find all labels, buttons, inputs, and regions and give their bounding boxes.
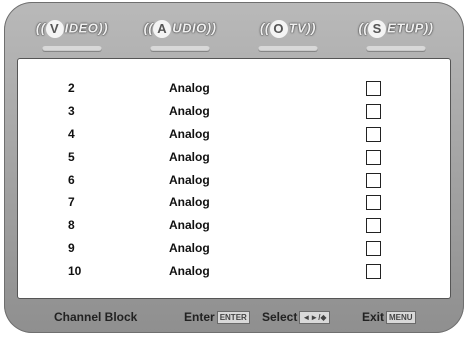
block-checkbox[interactable]: [366, 127, 381, 142]
enter-key-icon: ENTER: [216, 311, 250, 325]
channel-row[interactable]: 3 Analog: [18, 102, 450, 124]
tab-setup-underline: [366, 46, 426, 52]
menu-title: Channel Block: [54, 310, 138, 324]
tab-audio-underline: [150, 46, 210, 52]
tab-video-text: IDEO: [64, 20, 99, 36]
channel-row[interactable]: 5 Analog: [18, 148, 450, 170]
tab-setup-text: ETUP: [387, 20, 424, 36]
osd-menu-frame: ((V IDEO)) ((A UDIO)) ((O TV)) ((S ETUP)) 2 …: [4, 2, 464, 333]
enter-hint-label: Enter: [184, 310, 215, 324]
channel-number: 5: [68, 150, 75, 164]
block-checkbox[interactable]: [366, 264, 381, 279]
channel-type: Analog: [169, 195, 210, 209]
tab-tv-text: TV: [288, 20, 307, 36]
channel-row[interactable]: 2 Analog: [18, 79, 450, 101]
tab-video[interactable]: ((V IDEO)): [24, 10, 120, 56]
tab-tv-letter: O: [269, 20, 288, 38]
block-checkbox[interactable]: [366, 173, 381, 188]
channel-type: Analog: [169, 173, 210, 187]
channel-number: 8: [68, 218, 75, 232]
footer-bar: Channel Block Enter ENTER Select ◄►/◆ Exit…: [4, 302, 464, 330]
tab-audio[interactable]: ((A UDIO)): [132, 10, 228, 56]
tab-setup[interactable]: ((S ETUP)): [348, 10, 444, 56]
channel-row[interactable]: 7 Analog: [18, 193, 450, 215]
channel-number: 6: [68, 173, 75, 187]
menu-tabs: ((V IDEO)) ((A UDIO)) ((O TV)) ((S ETUP)): [24, 10, 444, 56]
channel-list-panel: 2 Analog 3 Analog 4 Analog 5 Analog 6 An…: [17, 58, 451, 299]
tab-audio-label: ((A UDIO)): [143, 20, 217, 38]
select-hint-label: Select: [262, 310, 298, 324]
block-checkbox[interactable]: [366, 150, 381, 165]
channel-row[interactable]: 6 Analog: [18, 171, 450, 193]
tab-setup-label: ((S ETUP)): [358, 20, 434, 38]
channel-number: 4: [68, 127, 75, 141]
tab-video-letter: V: [45, 20, 64, 38]
block-checkbox[interactable]: [366, 195, 381, 210]
block-checkbox[interactable]: [366, 81, 381, 96]
channel-row[interactable]: 8 Analog: [18, 216, 450, 238]
tab-setup-letter: S: [368, 20, 387, 38]
channel-type: Analog: [169, 264, 210, 278]
channel-type: Analog: [169, 218, 210, 232]
channel-row[interactable]: 4 Analog: [18, 125, 450, 147]
channel-number: 2: [68, 81, 75, 95]
channel-row[interactable]: 10 Analog: [18, 262, 450, 284]
tab-video-underline: [42, 46, 102, 52]
arrow-keys-icon: ◄►/◆: [299, 311, 330, 325]
block-checkbox[interactable]: [366, 241, 381, 256]
channel-number: 7: [68, 195, 75, 209]
tab-tv[interactable]: ((O TV)): [240, 10, 336, 56]
tab-tv-label: ((O TV)): [260, 20, 316, 38]
block-checkbox[interactable]: [366, 218, 381, 233]
tab-video-label: ((V IDEO)): [35, 20, 109, 38]
block-checkbox[interactable]: [366, 104, 381, 119]
select-hint: Select ◄►/◆: [262, 310, 330, 325]
enter-hint: Enter ENTER: [184, 310, 250, 325]
tab-audio-letter: A: [153, 20, 172, 38]
channel-type: Analog: [169, 81, 210, 95]
channel-number: 3: [68, 104, 75, 118]
exit-hint: Exit MENU: [362, 310, 416, 325]
channel-type: Analog: [169, 127, 210, 141]
tab-audio-text: UDIO: [172, 20, 207, 36]
menu-key-icon: MENU: [386, 311, 416, 325]
channel-number: 10: [68, 264, 82, 278]
channel-type: Analog: [169, 104, 210, 118]
exit-hint-label: Exit: [362, 310, 385, 324]
channel-type: Analog: [169, 150, 210, 164]
channel-row[interactable]: 9 Analog: [18, 239, 450, 261]
channel-type: Analog: [169, 241, 210, 255]
tab-tv-underline: [258, 46, 318, 52]
channel-number: 9: [68, 241, 75, 255]
